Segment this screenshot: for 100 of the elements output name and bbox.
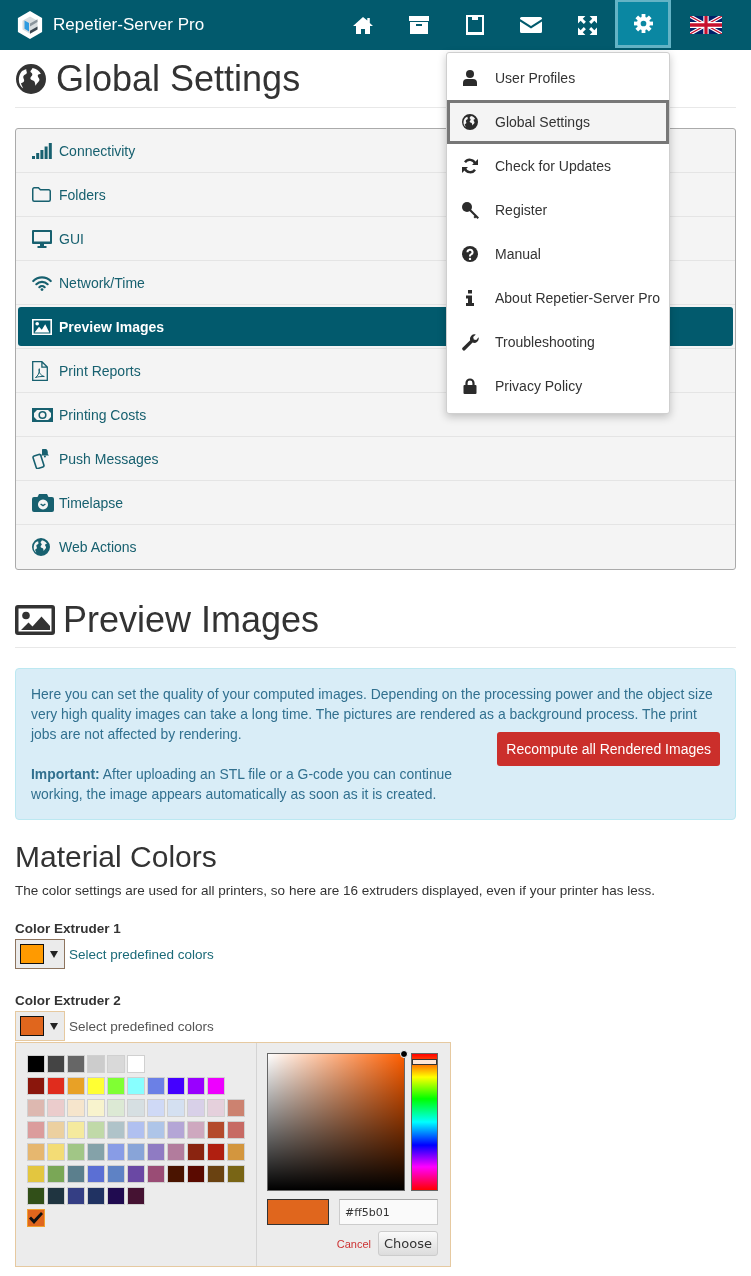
color-swatch-icon[interactable]: [227, 1143, 245, 1161]
predefined-colors-link[interactable]: Select predefined colors: [69, 946, 214, 962]
color-swatch-icon[interactable]: [87, 1143, 105, 1161]
color-swatch-icon[interactable]: [167, 1143, 185, 1161]
color-picker-button[interactable]: [15, 939, 65, 969]
color-swatch-icon[interactable]: [67, 1187, 85, 1205]
predefined-colors-link[interactable]: Select predefined colors: [69, 1018, 214, 1034]
color-swatch-icon[interactable]: [147, 1077, 165, 1095]
color-swatch-icon[interactable]: [127, 1121, 145, 1139]
color-swatch-icon[interactable]: [127, 1055, 145, 1073]
color-swatch-icon[interactable]: [127, 1099, 145, 1117]
color-swatch-icon[interactable]: [187, 1077, 205, 1095]
choose-button[interactable]: Choose: [378, 1231, 438, 1256]
color-swatch-icon[interactable]: [27, 1209, 45, 1227]
cancel-link[interactable]: Cancel: [336, 1237, 371, 1250]
color-swatch-icon[interactable]: [47, 1143, 65, 1161]
menu-item[interactable]: Manual: [447, 232, 669, 276]
color-swatch-icon[interactable]: [47, 1055, 65, 1073]
menu-item[interactable]: Troubleshooting: [447, 320, 669, 364]
color-swatch-icon[interactable]: [27, 1143, 45, 1161]
app-title: Repetier-Server Pro: [53, 15, 205, 35]
settings-list-item[interactable]: Connectivity: [18, 131, 146, 170]
document-icon: [32, 360, 48, 381]
settings-list-item[interactable]: Preview Images: [18, 307, 175, 346]
color-swatch-icon[interactable]: [147, 1143, 165, 1161]
hue-slider[interactable]: [411, 1053, 438, 1191]
color-swatch-icon[interactable]: [167, 1165, 185, 1183]
color-swatch-icon[interactable]: [107, 1165, 125, 1183]
color-swatch-icon[interactable]: [187, 1143, 205, 1161]
color-swatch-icon[interactable]: [67, 1121, 85, 1139]
saturation-field[interactable]: [267, 1053, 405, 1191]
menu-item[interactable]: Check for Updates: [447, 144, 669, 188]
picker-cursor-icon[interactable]: [400, 1050, 408, 1058]
settings-list-item[interactable]: GUI: [18, 219, 94, 258]
menu-item[interactable]: About Repetier-Server Pro: [447, 276, 669, 320]
color-swatch-icon[interactable]: [207, 1121, 225, 1139]
color-swatch-icon[interactable]: [227, 1121, 245, 1139]
color-swatch-icon[interactable]: [87, 1165, 105, 1183]
color-swatch-icon[interactable]: [107, 1121, 125, 1139]
color-swatch-icon[interactable]: [107, 1099, 125, 1117]
hue-slider-thumb[interactable]: [412, 1059, 437, 1066]
color-swatch-icon[interactable]: [67, 1077, 85, 1095]
color-swatch-icon[interactable]: [207, 1077, 225, 1095]
color-swatch-icon[interactable]: [27, 1055, 45, 1073]
color-swatch-icon[interactable]: [47, 1077, 65, 1095]
color-swatch-icon[interactable]: [127, 1143, 145, 1161]
menu-item[interactable]: Privacy Policy: [447, 364, 669, 408]
color-swatch-icon[interactable]: [107, 1055, 125, 1073]
color-swatch-icon[interactable]: [67, 1143, 85, 1161]
color-swatch-icon[interactable]: [87, 1055, 105, 1073]
color-swatch-icon[interactable]: [127, 1165, 145, 1183]
color-swatch-icon[interactable]: [167, 1077, 185, 1095]
color-swatch-icon[interactable]: [167, 1099, 185, 1117]
menu-item[interactable]: User Profiles: [447, 56, 669, 100]
settings-list-item[interactable]: Timelapse: [18, 483, 134, 522]
color-swatch-icon[interactable]: [107, 1187, 125, 1205]
color-swatch-icon[interactable]: [27, 1165, 45, 1183]
color-swatch-icon[interactable]: [207, 1165, 225, 1183]
color-swatch-icon[interactable]: [87, 1099, 105, 1117]
color-swatch-icon[interactable]: [47, 1099, 65, 1117]
color-swatch-icon[interactable]: [107, 1143, 125, 1161]
color-swatch-icon[interactable]: [67, 1055, 85, 1073]
color-swatch-icon[interactable]: [187, 1121, 205, 1139]
color-swatch-icon[interactable]: [127, 1187, 145, 1205]
color-swatch-icon[interactable]: [187, 1099, 205, 1117]
color-swatch-icon[interactable]: [207, 1143, 225, 1161]
settings-list-item[interactable]: Print Reports: [18, 351, 151, 390]
color-swatch-icon[interactable]: [147, 1165, 165, 1183]
caret-icon: [50, 950, 58, 958]
color-swatch-icon[interactable]: [87, 1187, 105, 1205]
menu-item[interactable]: Global Settings: [447, 100, 669, 144]
settings-list-item[interactable]: Network/Time: [18, 263, 155, 302]
color-swatch-icon[interactable]: [47, 1121, 65, 1139]
color-swatch-icon[interactable]: [107, 1077, 125, 1095]
color-swatch-icon[interactable]: [127, 1077, 145, 1095]
recompute-button[interactable]: Recompute all Rendered Images: [497, 732, 720, 766]
color-swatch-icon[interactable]: [207, 1099, 225, 1117]
color-swatch-icon[interactable]: [87, 1121, 105, 1139]
settings-list-item[interactable]: Printing Costs: [18, 395, 157, 434]
color-swatch-icon[interactable]: [47, 1165, 65, 1183]
color-swatch-icon[interactable]: [27, 1077, 45, 1095]
color-swatch-icon[interactable]: [47, 1187, 65, 1205]
settings-list-item[interactable]: Web Actions: [18, 527, 147, 567]
color-swatch-icon[interactable]: [187, 1165, 205, 1183]
color-swatch-icon[interactable]: [27, 1099, 45, 1117]
color-swatch-icon[interactable]: [147, 1121, 165, 1139]
settings-list-item[interactable]: Folders: [18, 175, 116, 214]
color-swatch-icon[interactable]: [67, 1165, 85, 1183]
color-swatch-icon[interactable]: [227, 1099, 245, 1117]
hex-input[interactable]: #ff5b01: [339, 1199, 438, 1225]
menu-item[interactable]: Register: [447, 188, 669, 232]
color-swatch-icon[interactable]: [27, 1121, 45, 1139]
color-swatch-icon[interactable]: [27, 1187, 45, 1205]
color-picker-button[interactable]: [15, 1011, 65, 1041]
color-swatch-icon[interactable]: [67, 1099, 85, 1117]
color-swatch-icon[interactable]: [87, 1077, 105, 1095]
color-swatch-icon[interactable]: [167, 1121, 185, 1139]
color-swatch-icon[interactable]: [147, 1099, 165, 1117]
color-swatch-icon[interactable]: [227, 1165, 245, 1183]
settings-list-item[interactable]: Push Messages: [18, 439, 169, 478]
